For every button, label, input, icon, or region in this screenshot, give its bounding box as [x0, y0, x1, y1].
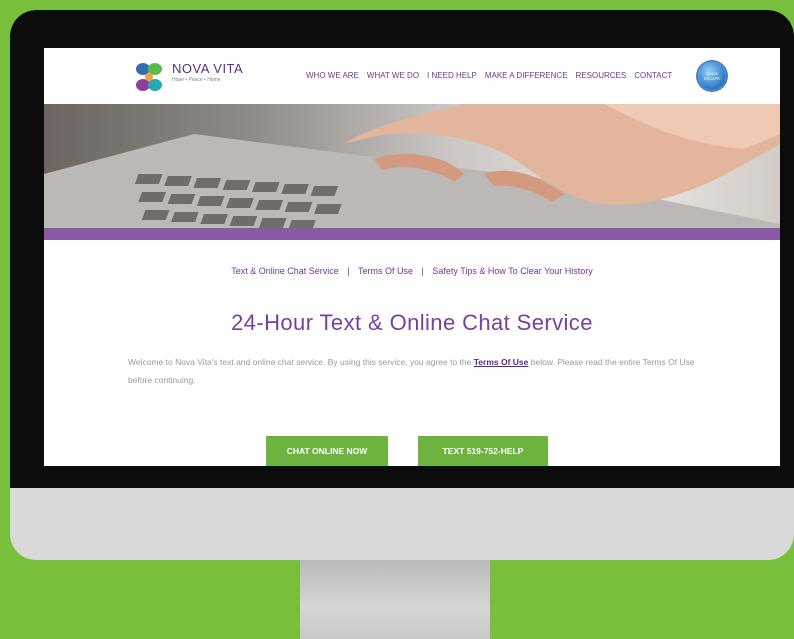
brand-wordmark[interactable]: NOVA VITA Hope • Peace • Home: [172, 61, 243, 84]
chat-online-button[interactable]: CHAT ONLINE NOW: [266, 436, 388, 466]
quick-escape-line2: ESCAPE: [703, 76, 721, 81]
intro-paragraph: Welcome to Nova Vita's text and online c…: [128, 353, 698, 389]
subnav-link-text-chat[interactable]: Text & Online Chat Service: [231, 266, 339, 276]
site-header: NOVA VITA Hope • Peace • Home WHO WE ARE…: [44, 48, 780, 104]
subnav-link-safety[interactable]: Safety Tips & How To Clear Your History: [432, 266, 592, 276]
brand-name: NOVA VITA: [172, 61, 244, 76]
monitor: NOVA VITA Hope • Peace • Home WHO WE ARE…: [10, 10, 794, 560]
laptop-typing-photo: [44, 104, 780, 240]
browser-screen: NOVA VITA Hope • Peace • Home WHO WE ARE…: [44, 48, 780, 466]
menu-item-resources[interactable]: RESOURCES: [576, 71, 627, 80]
hero-image: [44, 104, 780, 240]
subnav-link-terms[interactable]: Terms Of Use: [358, 266, 413, 276]
brand-tagline: Hope • Peace • Home: [172, 77, 221, 83]
intro-text-before: Welcome to Nova Vita's text and online c…: [128, 357, 474, 367]
menu-item-make-a-difference[interactable]: MAKE A DIFFERENCE: [485, 71, 568, 80]
logo-icon[interactable]: [132, 60, 166, 94]
subnav-separator: |: [421, 266, 424, 276]
subnav: Text & Online Chat Service | Terms Of Us…: [44, 266, 780, 276]
menu-item-what-we-do[interactable]: WHAT WE DO: [367, 71, 419, 80]
menu-item-i-need-help[interactable]: I NEED HELP: [427, 71, 477, 80]
monitor-stand: [300, 560, 490, 639]
text-help-button[interactable]: TEXT 519-752-HELP: [418, 436, 548, 466]
menu-item-contact[interactable]: CONTACT: [634, 71, 672, 80]
main-menu: WHO WE ARE WHAT WE DO I NEED HELP MAKE A…: [306, 71, 672, 80]
terms-of-use-link[interactable]: Terms Of Use: [474, 357, 529, 367]
menu-item-who-we-are[interactable]: WHO WE ARE: [306, 71, 359, 80]
monitor-bezel: NOVA VITA Hope • Peace • Home WHO WE ARE…: [10, 10, 794, 488]
quick-escape-button[interactable]: QUICK ESCAPE: [698, 62, 726, 90]
page-title: 24-Hour Text & Online Chat Service: [231, 310, 593, 335]
subnav-separator: |: [347, 266, 350, 276]
